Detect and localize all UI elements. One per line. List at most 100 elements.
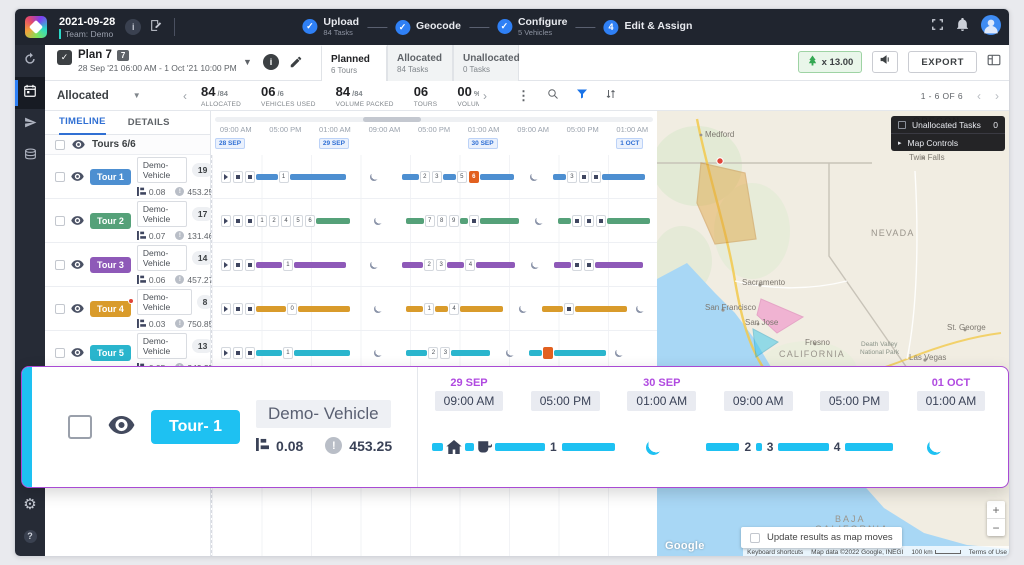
map-marker[interactable] bbox=[717, 158, 723, 164]
zoom-out-button[interactable]: − bbox=[987, 519, 1005, 536]
stop-chip[interactable]: 8 bbox=[437, 215, 447, 227]
stop-chip[interactable]: 4 bbox=[465, 259, 475, 271]
stop-icon-chip[interactable] bbox=[245, 259, 255, 271]
page-prev-icon[interactable]: ‹ bbox=[977, 89, 981, 103]
stop-icon-chip[interactable] bbox=[245, 303, 255, 315]
eye-icon[interactable] bbox=[72, 136, 85, 154]
unallocated-checkbox[interactable] bbox=[898, 121, 906, 129]
stop-chip[interactable]: 3 bbox=[440, 347, 450, 359]
stop-icon-chip[interactable] bbox=[233, 259, 243, 271]
tour-badge[interactable]: Tour 4 bbox=[90, 301, 131, 317]
stop-chip[interactable] bbox=[469, 215, 479, 227]
stop-chip[interactable]: 3 bbox=[432, 171, 442, 183]
avatar[interactable] bbox=[981, 15, 1001, 40]
plan-dropdown-caret[interactable]: ▼ bbox=[243, 57, 252, 67]
tab-timeline[interactable]: TIMELINE bbox=[59, 111, 106, 135]
search-icon[interactable] bbox=[547, 87, 559, 105]
tour-row[interactable]: Tour 4Demo-Vehicle80.03!750.85 bbox=[45, 287, 210, 331]
stop-icon-chip[interactable] bbox=[245, 215, 255, 227]
sidebar-item-help[interactable]: ? bbox=[15, 520, 45, 552]
stop-chip[interactable]: 6 bbox=[305, 215, 315, 227]
stop-chip[interactable] bbox=[564, 303, 574, 315]
gantt-row[interactable]: 12456789 bbox=[212, 199, 657, 243]
stop-chip[interactable] bbox=[596, 215, 606, 227]
tab-unallocated[interactable]: Unallocated0 Tasks bbox=[453, 45, 519, 81]
stop-chip[interactable]: 5 bbox=[457, 171, 467, 183]
page-next-icon[interactable]: › bbox=[995, 89, 999, 103]
terms-of-use-link[interactable]: Terms of Use bbox=[969, 549, 1007, 556]
stop-chip[interactable] bbox=[584, 215, 594, 227]
stop-chip[interactable]: 4 bbox=[281, 215, 291, 227]
stop-icon-chip[interactable] bbox=[233, 215, 243, 227]
stop-chip[interactable]: 2 bbox=[424, 259, 434, 271]
stop-icon-chip[interactable] bbox=[233, 303, 243, 315]
bell-icon[interactable] bbox=[956, 18, 969, 36]
stop-icon-chip[interactable] bbox=[245, 347, 255, 359]
update-results-toggle[interactable]: Update results as map moves bbox=[741, 527, 902, 548]
megaphone-button[interactable] bbox=[872, 51, 898, 73]
tour-row[interactable]: Tour 1Demo-Vehicle190.08!453.25 bbox=[45, 155, 210, 199]
stop-chip[interactable]: 7 bbox=[425, 215, 435, 227]
stop-chip[interactable]: 3 bbox=[436, 259, 446, 271]
export-button[interactable]: EXPORT bbox=[908, 51, 977, 73]
highlighted-stop-chip[interactable]: 6 bbox=[469, 171, 479, 183]
stop-icon-chip[interactable] bbox=[572, 215, 582, 227]
tour-checkbox[interactable] bbox=[55, 260, 65, 270]
eye-icon[interactable] bbox=[71, 212, 84, 230]
zoom-in-button[interactable]: + bbox=[987, 501, 1005, 518]
tour-badge[interactable]: Tour 1 bbox=[90, 169, 131, 185]
workflow-step-configure[interactable]: ✓Configure5 Vehicles bbox=[497, 17, 568, 37]
tab-details[interactable]: DETAILS bbox=[128, 111, 170, 135]
notes-icon[interactable] bbox=[149, 19, 162, 35]
gantt-scrollbar-thumb[interactable] bbox=[363, 117, 421, 122]
tour-checkbox[interactable] bbox=[55, 304, 65, 314]
tour-badge[interactable]: Tour 5 bbox=[90, 345, 131, 361]
tour-row[interactable]: Tour 2Demo-Vehicle170.07!131.46 bbox=[45, 199, 210, 243]
tour-row[interactable]: Tour 3Demo-Vehicle140.06!457.27 bbox=[45, 243, 210, 287]
kebab-icon[interactable]: ⋮ bbox=[517, 88, 530, 104]
stop-chip[interactable] bbox=[584, 259, 594, 271]
eye-icon[interactable] bbox=[71, 256, 84, 274]
eye-icon[interactable] bbox=[71, 300, 84, 318]
sidebar-item-dispatch[interactable] bbox=[15, 109, 45, 141]
gantt-row[interactable]: 123563 bbox=[212, 155, 657, 199]
stop-chip[interactable] bbox=[579, 171, 589, 183]
stop-chip[interactable]: 1 bbox=[283, 347, 293, 359]
tour-checkbox[interactable] bbox=[55, 348, 65, 358]
stop-chip[interactable]: 2 bbox=[269, 215, 279, 227]
plan-edit-icon[interactable] bbox=[289, 55, 303, 74]
gantt-scrollbar[interactable] bbox=[215, 117, 653, 122]
stop-chip[interactable]: 0 bbox=[287, 303, 297, 315]
tab-planned[interactable]: Planned6 Tours bbox=[321, 45, 387, 81]
filter-icon[interactable] bbox=[576, 87, 588, 105]
plan-info-icon[interactable]: i bbox=[263, 54, 279, 70]
allocation-filter-dropdown[interactable]: Allocated ▼ bbox=[57, 90, 183, 102]
stop-chip[interactable]: 9 bbox=[449, 215, 459, 227]
stop-chip[interactable]: 4 bbox=[449, 303, 459, 315]
gantt-row[interactable]: 014 bbox=[212, 287, 657, 331]
layout-icon[interactable] bbox=[987, 53, 1001, 72]
stop-chip[interactable]: 2 bbox=[420, 171, 430, 183]
gantt-row[interactable]: 1 23 4 bbox=[212, 243, 657, 287]
tab-allocated[interactable]: Allocated84 Tasks bbox=[387, 45, 453, 81]
stats-scroll-right-icon[interactable]: › bbox=[483, 89, 487, 103]
workflow-step-edit-assign[interactable]: 4Edit & Assign bbox=[604, 20, 693, 35]
sidebar-item-routes[interactable] bbox=[15, 45, 45, 77]
stop-chip[interactable]: 1 bbox=[283, 259, 293, 271]
tour-checkbox[interactable] bbox=[55, 172, 65, 182]
workflow-step-geocode[interactable]: ✓Geocode bbox=[395, 20, 461, 35]
overlay-tour-badge[interactable]: Tour- 1 bbox=[151, 410, 240, 444]
stop-icon-chip[interactable] bbox=[245, 171, 255, 183]
tour-checkbox[interactable] bbox=[55, 216, 65, 226]
map[interactable]: OREGON Medford Twin Falls NEVADA Sacrame… bbox=[657, 111, 1010, 557]
update-results-checkbox[interactable] bbox=[750, 533, 760, 543]
overlay-tour-checkbox[interactable] bbox=[68, 415, 92, 439]
stop-chip[interactable]: 5 bbox=[293, 215, 303, 227]
unallocated-tasks-toggle[interactable]: Unallocated Tasks 0 bbox=[891, 116, 1005, 133]
sidebar-item-data[interactable] bbox=[15, 141, 45, 173]
highlighted-stop-chip[interactable] bbox=[543, 347, 553, 359]
plan-check-icon[interactable]: ✓ bbox=[57, 50, 72, 65]
eye-icon[interactable] bbox=[71, 344, 84, 362]
stop-chip[interactable]: 2 bbox=[428, 347, 438, 359]
stop-icon-chip[interactable] bbox=[233, 171, 243, 183]
